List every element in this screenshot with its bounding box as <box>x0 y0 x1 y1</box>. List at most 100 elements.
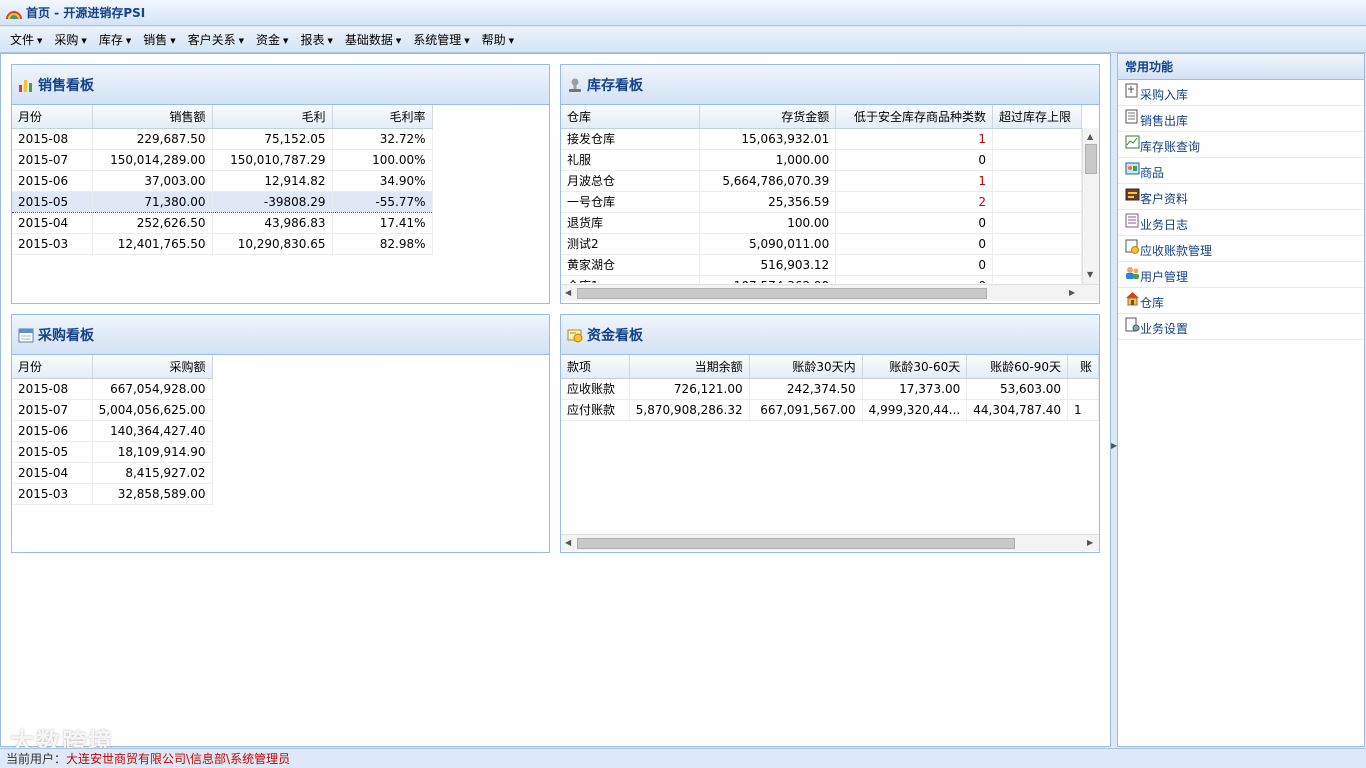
cell: 仓库1 <box>561 275 701 283</box>
menu-funds[interactable]: 资金 ▼ <box>250 31 294 48</box>
cell: 5,870,908,286.32 <box>629 399 750 421</box>
col-header[interactable]: 账龄30天内 <box>749 355 863 379</box>
menu-inventory[interactable]: 库存 ▼ <box>93 31 137 48</box>
table-row[interactable]: 2015-08 667,054,928.00 <box>12 378 213 400</box>
col-header[interactable]: 采购额 <box>92 355 213 379</box>
table-row[interactable]: 2015-08 229,687.50 75,152.05 32.72% <box>12 128 433 150</box>
col-header[interactable]: 毛利率 <box>332 105 433 129</box>
settings-doc-icon <box>1125 317 1140 332</box>
menu-system[interactable]: 系统管理 ▼ <box>407 31 475 48</box>
scroll-up-icon[interactable]: ▲ <box>1087 132 1093 142</box>
cell: 12,914.82 <box>212 170 333 192</box>
chevron-down-icon: ▼ <box>283 36 289 45</box>
scroll-down-icon[interactable]: ▼ <box>1087 270 1093 280</box>
menu-reports[interactable]: 报表 ▼ <box>294 31 338 48</box>
scroll-right-icon[interactable]: ▶ <box>1069 288 1075 298</box>
sidebar-item-sales-out[interactable]: 销售出库 <box>1118 106 1364 132</box>
col-header[interactable]: 账龄60-90天 <box>966 355 1069 379</box>
app-title: 首页 - 开源进销存PSI <box>26 6 146 20</box>
sidebar-title: 常用功能 <box>1118 54 1364 80</box>
table-row[interactable]: 2015-04 252,626.50 43,986.83 17.41% <box>12 212 433 234</box>
col-header[interactable]: 存货金额 <box>699 105 837 129</box>
horizontal-scrollbar[interactable]: ◀ ▶ <box>561 534 1099 551</box>
table-row[interactable]: 2015-05 18,109,914.90 <box>12 441 213 463</box>
vertical-scrollbar[interactable]: ▲ ▼ <box>1082 128 1099 284</box>
table-row[interactable]: 2015-07 5,004,056,625.00 <box>12 399 213 421</box>
scroll-left-icon[interactable]: ◀ <box>565 288 571 298</box>
sidebar-item-biz-log[interactable]: 业务日志 <box>1118 210 1364 236</box>
table-row[interactable]: 测试2 5,090,011.00 0 <box>561 233 1082 255</box>
table-row[interactable]: 2015-06 140,364,427.40 <box>12 420 213 442</box>
cell <box>992 128 1082 150</box>
table-row[interactable]: 礼服 1,000.00 0 <box>561 149 1082 171</box>
menu-purchase[interactable]: 采购 ▼ <box>48 31 92 48</box>
sidebar-item-purchase-in[interactable]: 采购入库 <box>1118 80 1364 106</box>
inventory-panel-header: 库存看板 <box>561 65 1099 105</box>
sidebar-item-biz-settings[interactable]: 业务设置 <box>1118 314 1364 340</box>
table-row[interactable]: 应收账款 726,121.00 242,374.50 17,373.00 53,603.… <box>561 378 1099 400</box>
table-row[interactable]: 应付账款 5,870,908,286.32 667,091,567.00 4,999,… <box>561 399 1099 421</box>
table-row[interactable]: 黄家湖仓 516,903.12 0 <box>561 254 1082 276</box>
col-header[interactable]: 账龄30-60天 <box>862 355 968 379</box>
sidebar-item-goods[interactable]: 商品 <box>1118 158 1364 184</box>
table-row[interactable]: 接发仓库 15,063,932.01 1 <box>561 128 1082 150</box>
menu-sales[interactable]: 销售 ▼ <box>137 31 181 48</box>
table-row[interactable]: 2015-03 32,858,589.00 <box>12 483 213 505</box>
col-header[interactable]: 月份 <box>12 355 93 379</box>
menu-file[interactable]: 文件 ▼ <box>4 31 48 48</box>
sidebar-item-warehouse[interactable]: 仓库 <box>1118 288 1364 314</box>
cell: 2 <box>835 191 994 213</box>
sidebar-item-users[interactable]: 用户管理 <box>1118 262 1364 288</box>
col-header[interactable]: 款项 <box>561 355 630 379</box>
cell: 150,010,787.29 <box>212 149 333 171</box>
col-header[interactable]: 月份 <box>12 105 93 129</box>
scroll-thumb[interactable] <box>577 538 1015 549</box>
menu-crm[interactable]: 客户关系 ▼ <box>182 31 250 48</box>
sidebar-item-customers[interactable]: 客户资料 <box>1118 184 1364 210</box>
scroll-thumb[interactable] <box>1085 144 1097 174</box>
chevron-down-icon: ▼ <box>125 36 132 45</box>
col-header[interactable]: 销售额 <box>92 105 213 129</box>
cell: 2015-03 <box>12 483 93 505</box>
status-bar: 当前用户： 大连安世商贸有限公司\信息部\系统管理员 <box>0 748 1366 768</box>
table-row[interactable]: 2015-03 12,401,765.50 10,290,830.65 82.98% <box>12 233 433 255</box>
table-row[interactable]: 退货库 100.00 0 <box>561 212 1082 234</box>
col-header[interactable]: 低于安全库存商品种类数 <box>835 105 994 129</box>
table-row-selected[interactable]: 2015-05 71,380.00 -39808.29 -55.77% <box>12 190 433 213</box>
scroll-right-icon[interactable]: ▶ <box>1087 538 1093 548</box>
users-icon <box>1126 267 1139 279</box>
col-header[interactable]: 仓库 <box>561 105 701 129</box>
cell <box>992 191 1082 213</box>
col-header[interactable]: 账 <box>1067 355 1099 379</box>
cell: 2015-07 <box>12 399 93 421</box>
cell: 2015-05 <box>12 441 93 463</box>
cell: 252,626.50 <box>92 212 213 234</box>
scroll-left-icon[interactable]: ◀ <box>565 538 571 548</box>
table-row[interactable]: 2015-04 8,415,927.02 <box>12 462 213 484</box>
scroll-thumb[interactable] <box>577 288 987 299</box>
sales-panel-title: 销售看板 <box>38 77 94 94</box>
table-row[interactable]: 2015-07 150,014,289.00 150,010,787.29 100.0… <box>12 149 433 171</box>
col-header[interactable]: 当期余额 <box>629 355 750 379</box>
cell: 2015-04 <box>12 212 93 234</box>
menu-basic-data[interactable]: 基础数据 ▼ <box>339 31 407 48</box>
cell: 667,054,928.00 <box>92 378 213 400</box>
title-bar: 首页 - 开源进销存PSI <box>0 0 1366 26</box>
table-row[interactable]: 一号仓库 25,356.59 2 <box>561 191 1082 213</box>
table-row[interactable]: 仓库1107,574,362.900 <box>561 275 1082 283</box>
purchase-panel-title: 采购看板 <box>38 327 94 344</box>
cell <box>1067 378 1099 400</box>
cell: 150,014,289.00 <box>92 149 213 171</box>
table-row[interactable]: 月波总仓 5,664,786,070.39 1 <box>561 170 1082 192</box>
funds-panel: 资金看板 款项 当期余额 账龄30天内 账龄30-60天 账龄60-90天 账 … <box>560 314 1100 553</box>
house-icon <box>1126 292 1139 306</box>
inventory-chart-icon <box>1125 135 1140 149</box>
col-header[interactable]: 超过库存上限 <box>992 105 1082 129</box>
col-header[interactable]: 毛利 <box>212 105 333 129</box>
bar-chart-icon <box>19 79 32 92</box>
horizontal-scrollbar[interactable]: ◀ ▶ <box>561 284 1099 301</box>
sidebar-item-receivables[interactable]: 应收账款管理 <box>1118 236 1364 262</box>
table-row[interactable]: 2015-06 37,003.00 12,914.82 34.90% <box>12 170 433 192</box>
menu-help[interactable]: 帮助 ▼ <box>476 31 520 48</box>
sidebar-item-inventory-query[interactable]: 库存账查询 <box>1118 132 1364 158</box>
